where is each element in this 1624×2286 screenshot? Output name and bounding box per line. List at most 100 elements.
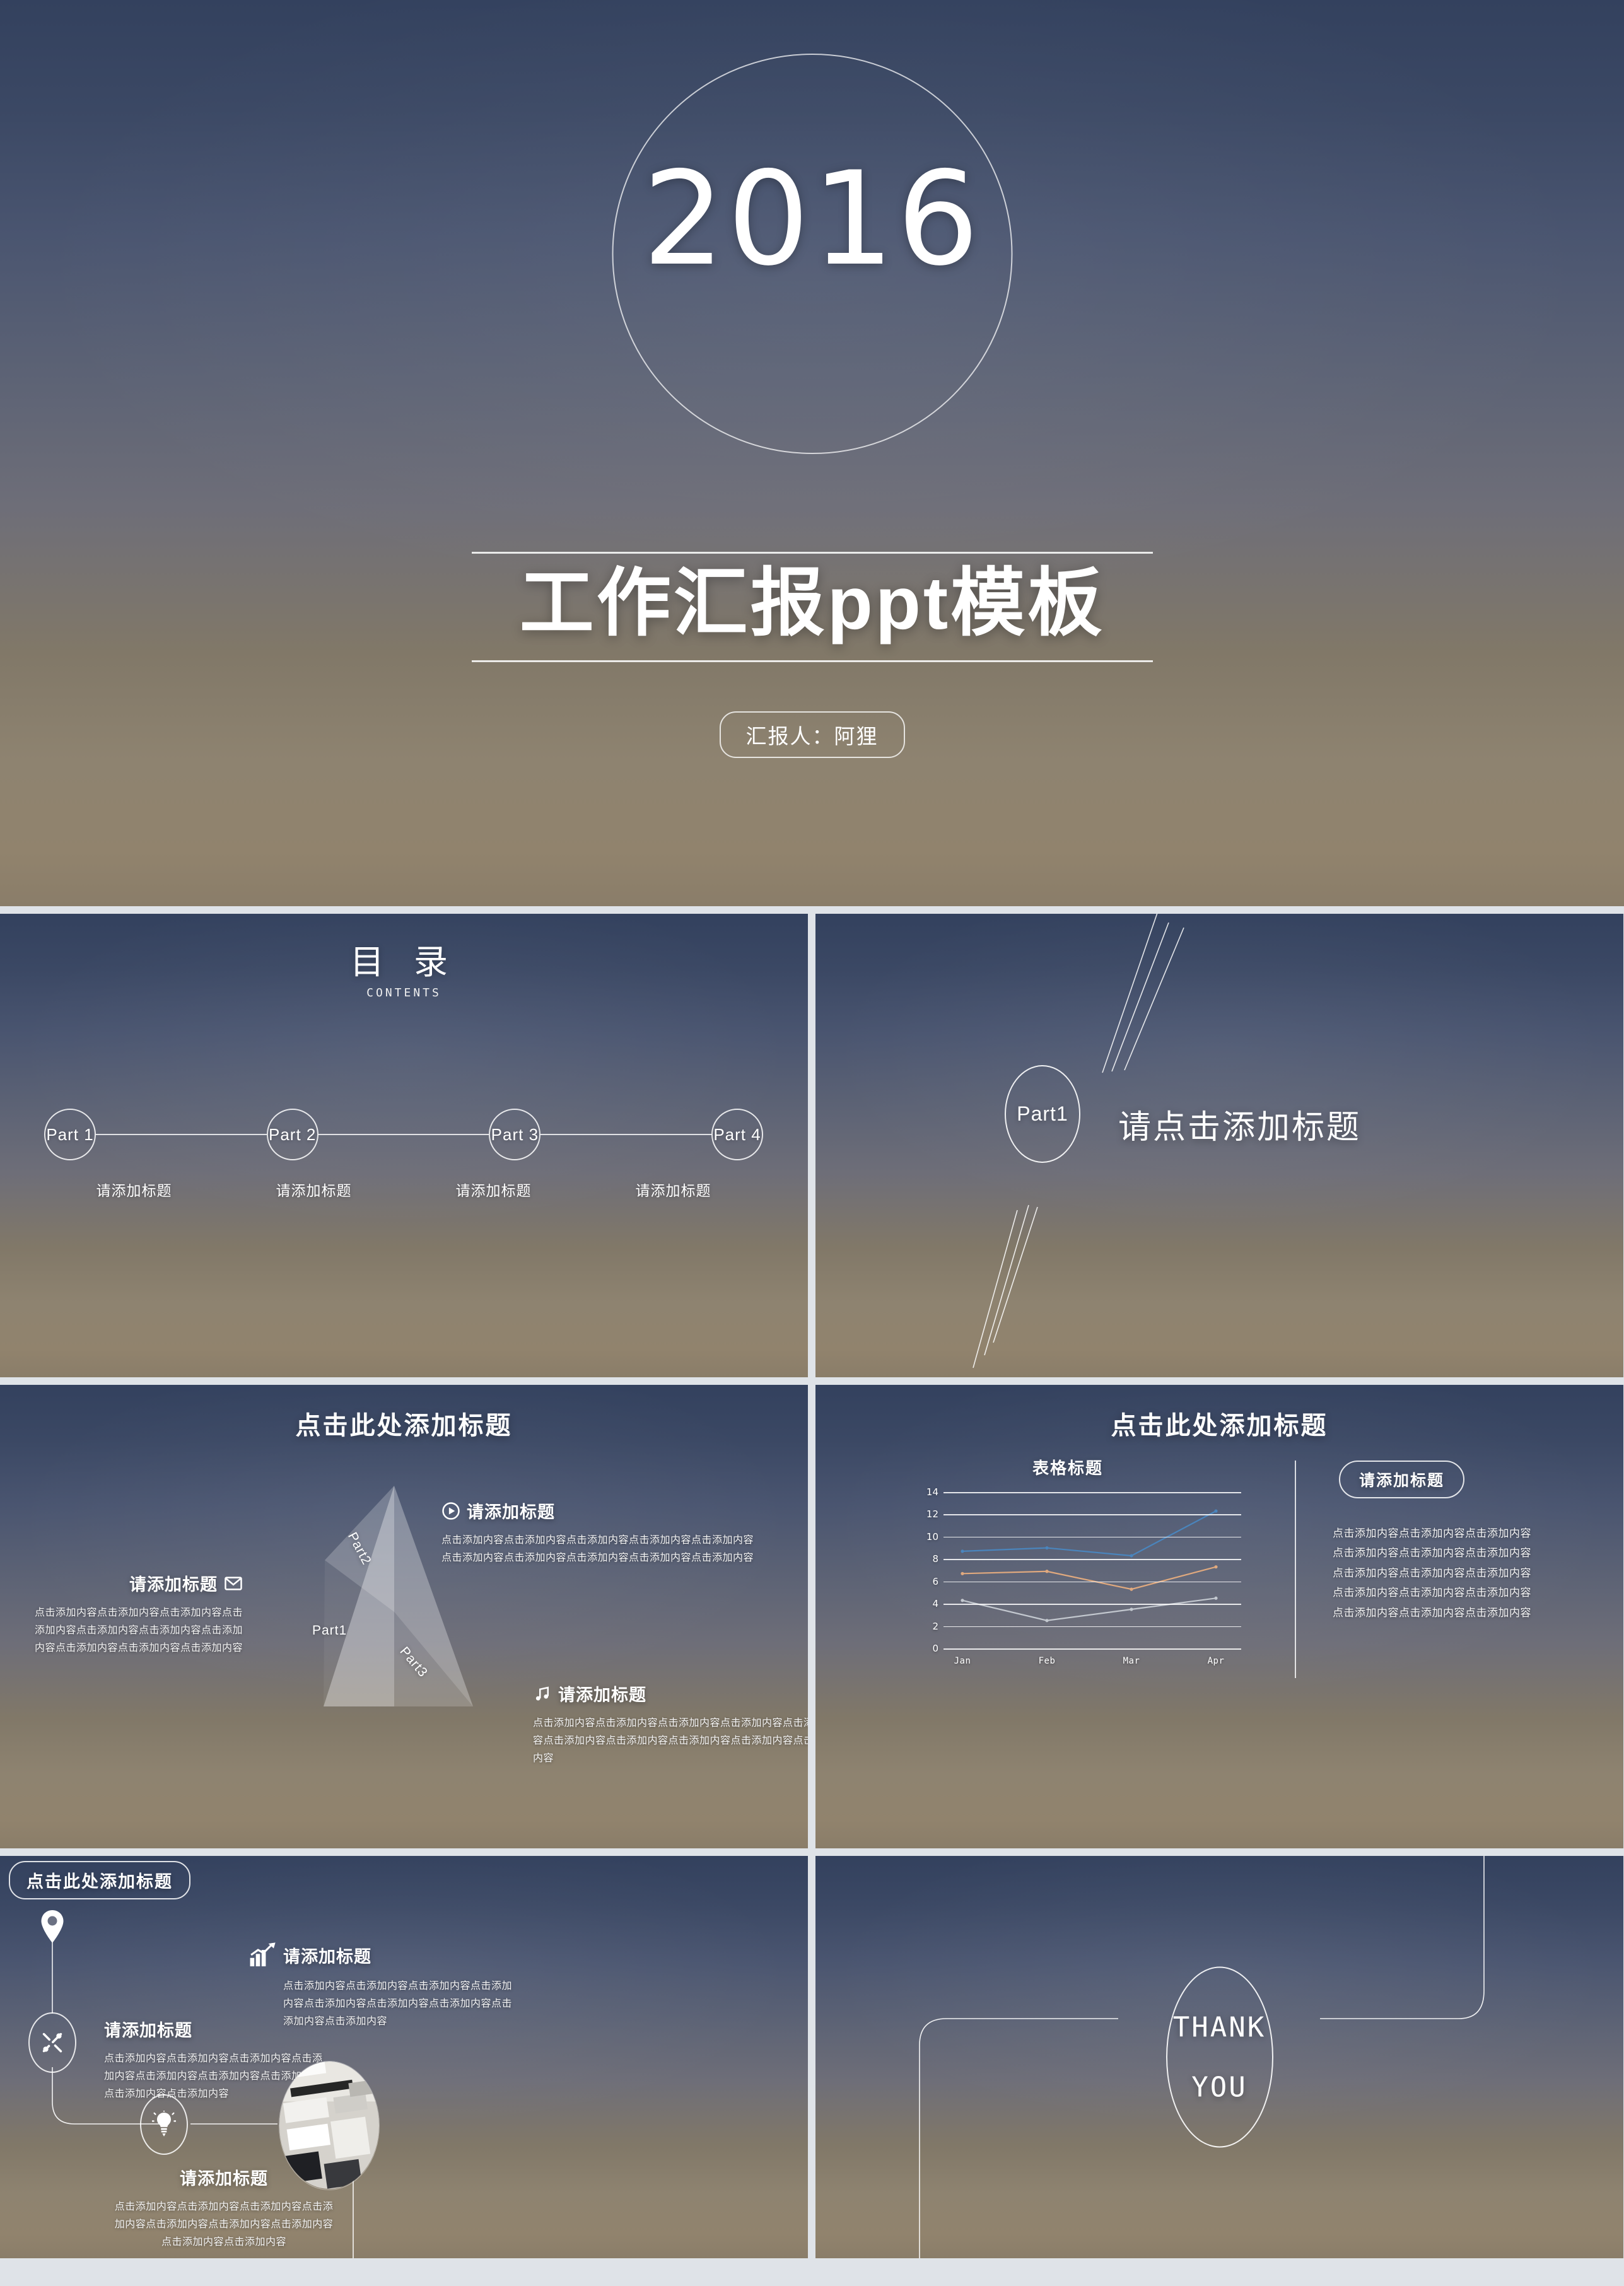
slide-row-4: 点击此处添加标题 请添加标题 点击添加内容点击添加内容点击添加内容点击添加内容点… — [0, 1856, 1624, 2258]
chart-x-tick: Feb — [1038, 1656, 1056, 1666]
contents-connector — [318, 1134, 489, 1135]
chart-point — [961, 1599, 964, 1602]
triangle-block-bottom-right: 请添加标题 点击添加内容点击添加内容点击添加内容点击添加内容点击添加内容点击添加… — [533, 1681, 808, 1768]
chart-y-tick: 10 — [926, 1531, 938, 1542]
triangle-block-top-right-head: 请添加标题 — [441, 1498, 757, 1523]
roadmap-node-idea[interactable] — [140, 2094, 188, 2155]
chart-growth-icon — [250, 1942, 276, 1967]
chart-y-tick: 8 — [932, 1553, 938, 1565]
triangle-block-top-right-heading: 请添加标题 — [467, 1503, 555, 1522]
contents-node-part2[interactable]: Part 2 — [266, 1109, 318, 1160]
chart-side-badge: 请添加标题 — [1339, 1461, 1465, 1498]
page-title: 工作汇报ppt模板 — [519, 562, 1105, 645]
chart-line-series-1 — [962, 1511, 1216, 1556]
chart-point — [1214, 1565, 1218, 1569]
contents-label-part3: 请添加标题 — [455, 1182, 532, 1199]
triangle-block-top-right-body: 点击添加内容点击添加内容点击添加内容点击添加内容点击添加内容点击添加内容点击添加… — [441, 1535, 754, 1563]
year-text: 2016 — [642, 144, 982, 294]
roadmap-block-growth-heading: 请添加标题 — [283, 1947, 371, 1966]
thank-you-line1: THANK — [1172, 2011, 1266, 2043]
roadmap-block-growth-body: 点击添加内容点击添加内容点击添加内容点击添加内容点击添加内容点击添加内容点击添加… — [283, 1981, 513, 2027]
chart-y-tick: 6 — [932, 1575, 938, 1587]
page-title: 点击此处添加标题 — [1111, 1412, 1328, 1440]
triangle-block-left-head: 请添加标题 — [35, 1571, 243, 1595]
chart-line-series-2 — [962, 1567, 1216, 1589]
triangle-block-left-body: 点击添加内容点击添加内容点击添加内容点击添加内容点击添加内容点击添加内容点击添加… — [35, 1607, 243, 1653]
part-badge: Part1 — [1005, 1065, 1080, 1163]
contents-label-part4: 请添加标题 — [635, 1182, 711, 1199]
contents-label-part1: 请添加标题 — [96, 1182, 172, 1199]
chart-gridline — [943, 1536, 1241, 1538]
slide-row-2: 目 录 CONTENTS Part 1 Part 2 Part 3 Part 4… — [0, 914, 1624, 1377]
contents-node-part4[interactable]: Part 4 — [711, 1109, 764, 1160]
triangle-block-left-heading: 请添加标题 — [129, 1575, 218, 1594]
contents-node-part3[interactable]: Part 3 — [489, 1109, 541, 1160]
chart-side-divider — [1295, 1461, 1296, 1678]
roadmap-block-growth-head: 请添加标题 — [249, 1941, 520, 1969]
slide-part-divider: Part1 请点击添加标题 — [815, 914, 1623, 1377]
chart-point — [1045, 1619, 1049, 1623]
chart-gridline — [943, 1514, 1241, 1515]
contents-node-row: Part 1 Part 2 Part 3 Part 4 — [44, 1103, 764, 1166]
thank-you-line2: YOU — [1191, 2071, 1247, 2103]
chart-title: 表格标题 — [1032, 1459, 1103, 1478]
contents-connector — [96, 1134, 267, 1135]
contents-label-row: 请添加标题 请添加标题 请添加标题 请添加标题 — [44, 1179, 763, 1200]
roadmap-block-tools-heading: 请添加标题 — [104, 2021, 192, 2040]
contents-heading-en: CONTENTS — [366, 986, 441, 1000]
music-note-icon — [535, 1686, 549, 1700]
triangle-block-left: 请添加标题 点击添加内容点击添加内容点击添加内容点击添加内容点击添加内容点击添加… — [35, 1571, 243, 1657]
chart-point — [1130, 1607, 1133, 1611]
slide-title: 2016 工作汇报ppt模板 汇报人：阿狸 — [0, 0, 1624, 906]
chart-point — [1045, 1546, 1049, 1550]
chart-gridline — [943, 1492, 1241, 1493]
slide-deck: 2016 工作汇报ppt模板 汇报人：阿狸 目 录 CONTENTS Part … — [0, 0, 1624, 2286]
chart-y-tick: 4 — [932, 1598, 938, 1610]
roadmap-block-idea-body: 点击添加内容点击添加内容点击添加内容点击添加内容点击添加内容点击添加内容点击添加… — [114, 2201, 334, 2248]
contents-node-part1[interactable]: Part 1 — [44, 1109, 96, 1160]
roadmap-node-tools[interactable] — [28, 2012, 76, 2073]
roadmap-block-growth: 请添加标题 点击添加内容点击添加内容点击添加内容点击添加内容点击添加内容点击添加… — [249, 1941, 520, 2031]
tools-icon — [42, 2032, 62, 2053]
slide-thank-you: THANK YOU — [815, 1856, 1623, 2258]
contents-heading: 目 录 CONTENTS — [0, 934, 808, 1000]
chart-y-tick: 0 — [932, 1643, 938, 1654]
chart-point — [1045, 1570, 1049, 1573]
chart-x-tick: Jan — [954, 1656, 971, 1666]
chart-plot-area: 0 2 4 6 8 10 12 14 Jan Feb Mar Apr — [926, 1486, 1241, 1666]
chart-y-tick: 2 — [932, 1620, 938, 1632]
thank-you-ring: THANK YOU — [1165, 1966, 1273, 2148]
lightbulb-icon — [152, 2111, 176, 2137]
chart-line-series-3 — [962, 1598, 1216, 1620]
mail-icon — [225, 1576, 242, 1590]
title-band: 工作汇报ppt模板 — [471, 552, 1153, 663]
location-pin-icon — [39, 1909, 66, 1947]
presenter-badge: 汇报人：阿狸 — [719, 711, 905, 758]
chart-gridline — [943, 1648, 1241, 1650]
slide-chart: 点击此处添加标题 表格标题 0 2 4 6 8 10 12 14 Jan Feb Mar Apr 请添… — [815, 1385, 1623, 1848]
slide-triangle: 点击此处添加标题 Part1 Part2 Part3 请添加标题 点击添加内容点… — [0, 1385, 808, 1848]
triangle-block-bottom-right-head: 请添加标题 — [533, 1681, 808, 1706]
contents-label-part2: 请添加标题 — [276, 1182, 352, 1199]
contents-connector — [540, 1134, 712, 1135]
line-chart: 0 2 4 6 8 10 12 14 Jan Feb Mar Apr — [913, 1486, 1247, 1675]
chart-x-tick: Apr — [1207, 1656, 1225, 1666]
play-circle-icon — [442, 1502, 460, 1520]
chart-x-tick: Mar — [1123, 1656, 1140, 1666]
chart-point — [961, 1572, 964, 1575]
office-photo-thumbnail — [279, 2061, 380, 2190]
slide-roadmap: 点击此处添加标题 请添加标题 点击添加内容点击添加内容点击添加内容点击添加内容点… — [0, 1856, 808, 2258]
triangle-block-bottom-right-body: 点击添加内容点击添加内容点击添加内容点击添加内容点击添加内容点击添加内容点击添加… — [533, 1718, 808, 1764]
chart-point — [1130, 1587, 1133, 1591]
chart-y-tick: 14 — [926, 1486, 938, 1498]
triangle-block-bottom-right-heading: 请添加标题 — [558, 1686, 646, 1705]
chart-gridline — [943, 1559, 1241, 1560]
slide-row-3: 点击此处添加标题 Part1 Part2 Part3 请添加标题 点击添加内容点… — [0, 1385, 1624, 1848]
chart-gridline — [943, 1604, 1241, 1605]
page-title: 点击此处添加标题 — [295, 1412, 513, 1440]
chart-gridline — [943, 1626, 1241, 1628]
chart-point — [1214, 1596, 1218, 1600]
part-divider-title: 请点击添加标题 — [1118, 1109, 1362, 1146]
chart-gridline — [943, 1581, 1241, 1583]
slide-contents: 目 录 CONTENTS Part 1 Part 2 Part 3 Part 4… — [0, 914, 808, 1377]
